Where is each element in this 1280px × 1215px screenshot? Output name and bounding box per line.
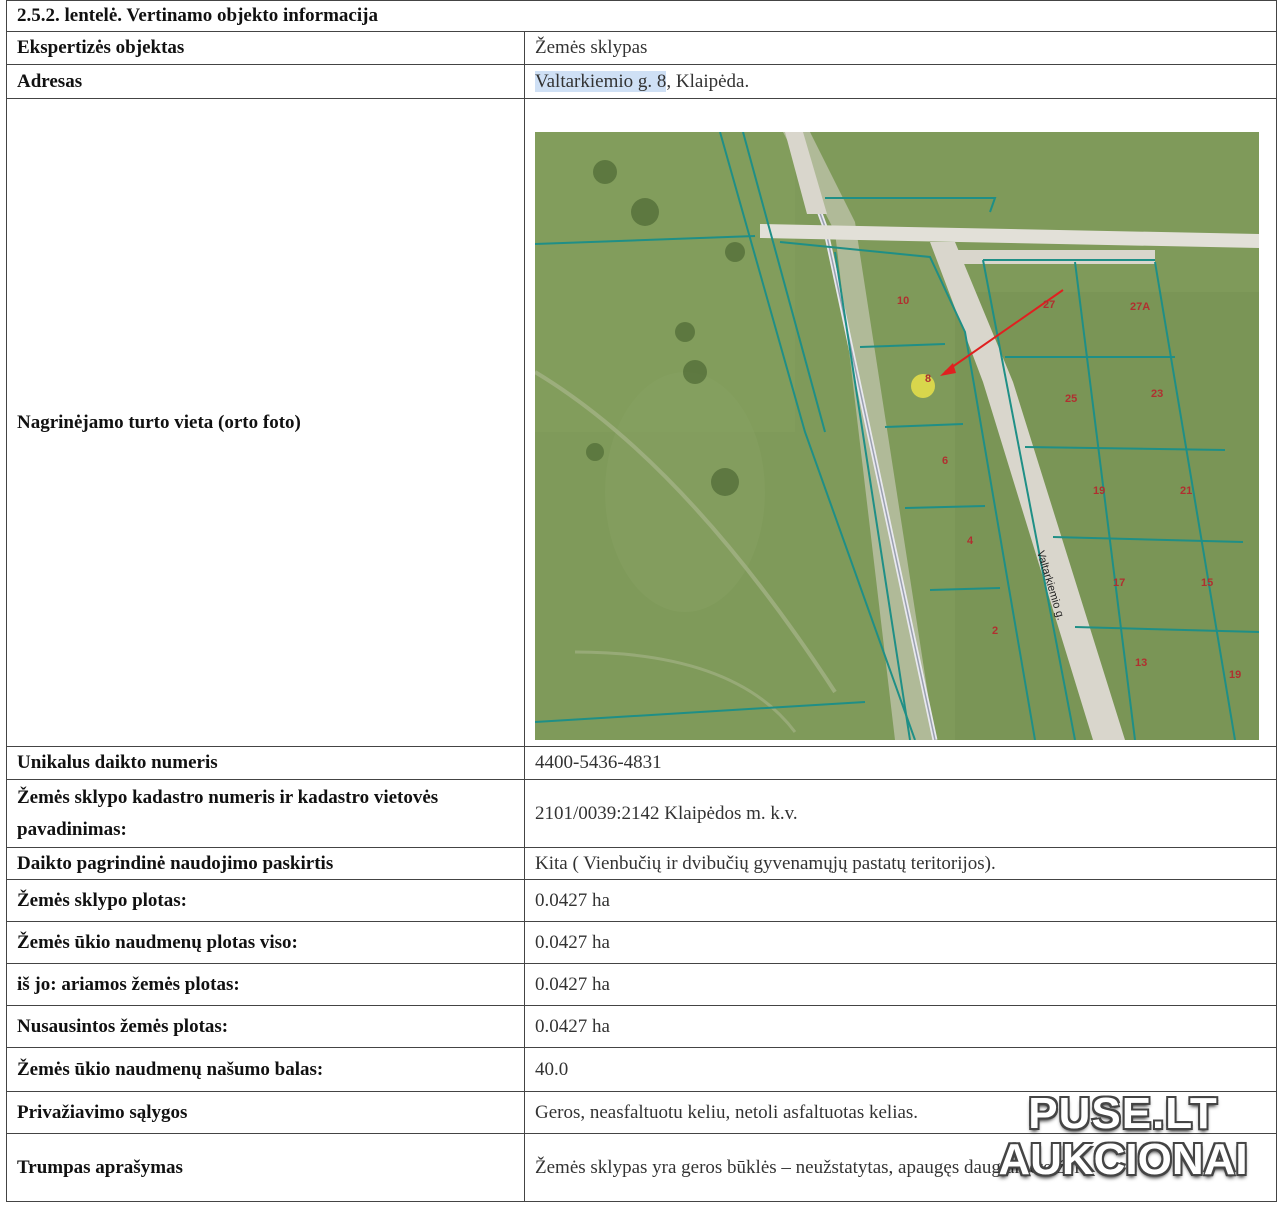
parcel-label-2: 2 [992, 625, 998, 637]
value-naudmenu: 0.0427 ha [523, 921, 1278, 964]
label-privaziavimo: Privažiavimo sąlygos [6, 1091, 525, 1134]
label-adresas: Adresas [6, 64, 525, 99]
label-plotas: Žemės sklypo plotas: [6, 879, 525, 922]
parcel-label-19b: 19 [1229, 669, 1241, 681]
parcel-label-27: 27 [1043, 299, 1055, 311]
watermark: PUSE.LT AUKCIONAI [978, 1091, 1268, 1183]
label-kadastras: Žemės sklypo kadastro numeris ir kadastr… [6, 779, 525, 848]
label-ariamos: iš jo: ariamos žemės plotas: [6, 963, 525, 1006]
label-balas: Žemės ūkio naudmenų našumo balas: [6, 1047, 525, 1092]
parcel-label-17: 17 [1113, 577, 1125, 589]
parcel-label-23: 23 [1151, 388, 1163, 400]
parcel-label-15: 15 [1201, 577, 1213, 589]
value-balas: 40.0 [523, 1047, 1278, 1092]
parcel-label-10: 10 [897, 295, 909, 307]
label-vieta: Nagrinėjamo turto vieta (orto foto) [6, 98, 525, 747]
table-title: 2.5.2. lentelė. Vertinamo objekto inform… [5, 0, 1278, 32]
parcel-label-25: 25 [1065, 393, 1077, 405]
label-naudmenu: Žemės ūkio naudmenų plotas viso: [6, 921, 525, 964]
label-objektas: Ekspertizės objektas [6, 31, 525, 65]
value-kadastras: 2101/0039:2142 Klaipėdos m. k.v. [523, 779, 1278, 848]
value-ariamos: 0.0427 ha [523, 963, 1278, 1006]
parcel-label-6: 6 [942, 455, 948, 467]
value-paskirtis: Kita ( Vienbučių ir dvibučių gyvenamųjų … [523, 847, 1278, 880]
value-plotas: 0.0427 ha [523, 879, 1278, 922]
value-adresas: Valtarkiemio g. 8, Klaipėda. [523, 64, 1278, 99]
value-nusausintos: 0.0427 ha [523, 1005, 1278, 1048]
address-rest: , Klaipėda. [666, 70, 750, 92]
watermark-line2: AUKCIONAI [998, 1135, 1248, 1184]
label-nusausintos: Nusausintos žemės plotas: [6, 1005, 525, 1048]
value-unikalus: 4400-5436-4831 [523, 746, 1278, 780]
map-cell: 10 8 6 4 2 27 27A 25 23 19 21 17 15 13 1… [523, 98, 1278, 747]
parcel-label-21: 21 [1180, 485, 1192, 497]
parcel-label-19a: 19 [1093, 485, 1105, 497]
watermark-line1: PUSE.LT [1028, 1089, 1218, 1138]
orthophoto-map: 10 8 6 4 2 27 27A 25 23 19 21 17 15 13 1… [535, 132, 1259, 740]
parcel-label-8: 8 [925, 373, 931, 385]
label-paskirtis: Daikto pagrindinė naudojimo paskirtis [6, 847, 525, 880]
label-unikalus: Unikalus daikto numeris [6, 746, 525, 780]
parcel-label-4: 4 [967, 535, 974, 547]
object-info-table: 2.5.2. lentelė. Vertinamo objekto inform… [5, 0, 1278, 1202]
label-aprasymas: Trumpas aprašymas [6, 1133, 525, 1202]
value-objektas: Žemės sklypas [523, 31, 1278, 65]
address-highlight: Valtarkiemio g. 8 [535, 70, 667, 92]
parcel-label-13: 13 [1135, 657, 1147, 669]
parcel-label-27a: 27A [1130, 301, 1150, 313]
